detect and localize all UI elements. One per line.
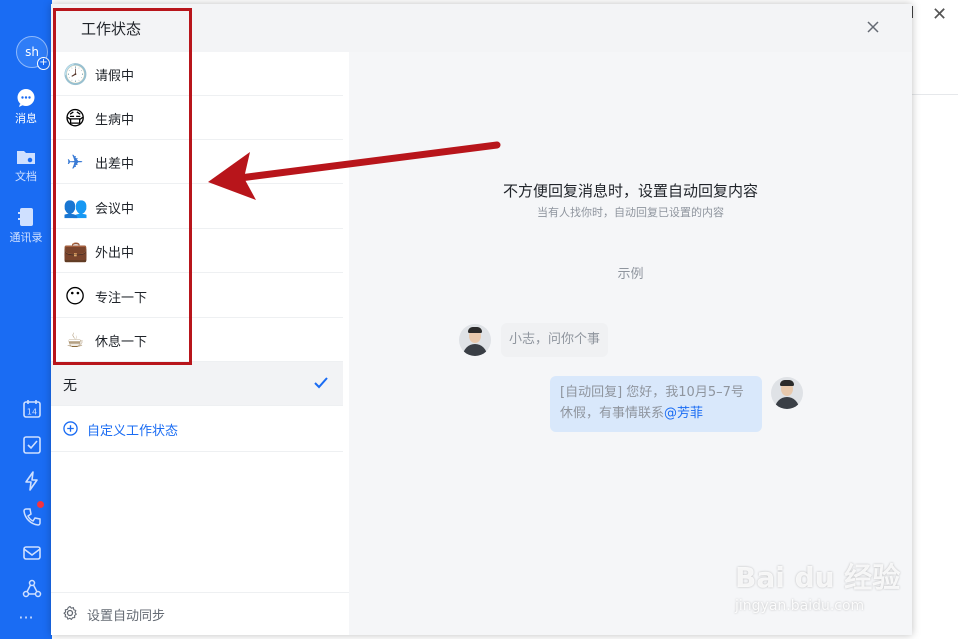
- gear-icon: [63, 605, 77, 620]
- nav-docs-label: 文档: [15, 170, 37, 183]
- status-item-focus[interactable]: 😶 专注一下: [51, 274, 343, 318]
- sender-avatar: [459, 324, 491, 356]
- mention-link[interactable]: @芳菲: [664, 406, 703, 421]
- auto-reply-line2: 休假，有事情联系@芳菲: [560, 403, 752, 424]
- incoming-message: 小志，问你个事: [501, 323, 609, 357]
- status-item-leave[interactable]: 🕗 请假中: [51, 52, 343, 96]
- notification-dot: [37, 501, 44, 508]
- status-label: 外出中: [95, 246, 135, 261]
- dialog-title: 工作状态: [81, 20, 142, 38]
- custom-status-label: 自定义工作状态: [87, 424, 179, 439]
- mail-icon[interactable]: [22, 543, 42, 563]
- calendar-day: 14: [27, 408, 37, 417]
- chat-bubble-icon: [17, 89, 35, 107]
- auto-reply-preview: 不方便回复消息时，设置自动回复内容 当有人找你时，自动回复已设置的内容 示例 小…: [349, 52, 912, 635]
- background-close-icon[interactable]: ✕: [932, 4, 947, 25]
- nav-messages[interactable]: 消息: [0, 88, 52, 126]
- nav-docs[interactable]: 文档: [0, 148, 52, 184]
- status-label: 专注一下: [95, 291, 148, 306]
- close-icon[interactable]: [864, 18, 882, 36]
- auto-reply-line1: [自动回复] 您好，我10月5–7号: [560, 385, 744, 400]
- status-item-break[interactable]: ☕ 休息一下: [51, 318, 343, 362]
- status-label: 无: [63, 378, 77, 394]
- plus-circle-icon: [63, 421, 78, 436]
- zipper-face-icon: 😶: [64, 284, 86, 308]
- contacts-icon: [18, 208, 33, 226]
- status-label: 生病中: [95, 113, 135, 128]
- custom-status-button[interactable]: 自定义工作状态: [51, 406, 343, 452]
- dialog-header: 工作状态: [51, 4, 912, 52]
- status-item-business-trip[interactable]: ✈ 出差中: [51, 140, 343, 184]
- status-label: 请假中: [95, 69, 135, 84]
- hint-subtitle: 当有人找你时，自动回复已设置的内容: [537, 206, 724, 219]
- status-item-none[interactable]: 无: [51, 362, 343, 406]
- more-glyph: ···: [18, 608, 34, 627]
- mask-face-icon: 😷: [64, 106, 86, 130]
- airplane-icon: ✈: [66, 150, 84, 174]
- status-item-meeting[interactable]: 👥 会议中: [51, 185, 343, 229]
- people-icon: 👥: [63, 195, 88, 219]
- background-divider: [912, 94, 958, 95]
- status-label: 休息一下: [95, 335, 148, 350]
- status-label: 出差中: [95, 157, 135, 172]
- task-check-icon[interactable]: [22, 435, 42, 455]
- calendar-icon[interactable]: 14: [22, 399, 42, 419]
- checkmark-icon: [314, 377, 328, 389]
- phone-icon[interactable]: [22, 507, 42, 527]
- nav-messages-label: 消息: [15, 112, 37, 125]
- nav-contacts[interactable]: 通讯录: [0, 207, 52, 245]
- lightning-icon[interactable]: [22, 471, 42, 491]
- auto-reply-message: [自动回复] 您好，我10月5–7号 休假，有事情联系@芳菲: [550, 376, 762, 432]
- status-label: 会议中: [95, 202, 135, 217]
- briefcase-icon: 💼: [63, 239, 88, 263]
- auto-sync-label: 设置自动同步: [87, 609, 166, 624]
- hint-title: 不方便回复消息时，设置自动回复内容: [502, 182, 758, 200]
- avatar-text: sh: [25, 45, 39, 59]
- tea-cup-icon: ☕: [66, 328, 84, 352]
- network-icon[interactable]: [22, 579, 42, 599]
- avatar[interactable]: sh +: [16, 36, 50, 70]
- background-window: [912, 0, 958, 639]
- work-status-dialog: 工作状态 🕗 请假中 😷 生病中 ✈ 出差中 👥 会议中 💼 外出中 😶 专注一…: [51, 4, 912, 635]
- status-item-sick[interactable]: 😷 生病中: [51, 96, 343, 140]
- app-sidebar: sh + 消息 文档 通讯录 14 ···: [0, 0, 52, 639]
- folder-icon: [17, 151, 35, 164]
- clock-icon: 🕗: [63, 62, 88, 86]
- status-list: 🕗 请假中 😷 生病中 ✈ 出差中 👥 会议中 💼 外出中 😶 专注一下 ☕ 休…: [51, 52, 349, 635]
- add-status-icon[interactable]: +: [37, 57, 50, 70]
- auto-sync-setting[interactable]: 设置自动同步: [51, 592, 349, 635]
- more-icon[interactable]: ···: [0, 608, 52, 627]
- example-label: 示例: [617, 267, 644, 282]
- nav-contacts-label: 通讯录: [9, 231, 43, 244]
- status-item-out[interactable]: 💼 外出中: [51, 229, 343, 273]
- auto-reply-line2-text: 休假，有事情联系: [560, 406, 665, 421]
- self-avatar: [771, 377, 803, 409]
